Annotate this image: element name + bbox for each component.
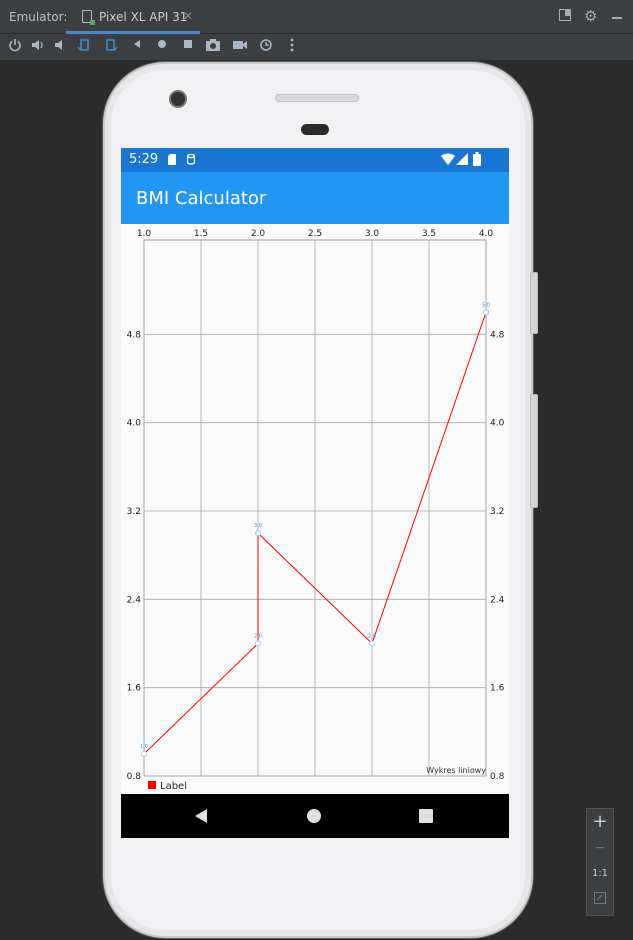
data-label: 5.0 — [482, 302, 490, 308]
y-tick-label-right: 2.4 — [490, 595, 505, 605]
battery-icon — [473, 152, 481, 166]
x-tick-label: 1.0 — [137, 229, 152, 239]
zoom-out-button[interactable]: − — [587, 835, 613, 861]
database-icon — [187, 154, 195, 165]
volume-up-icon[interactable] — [30, 38, 46, 54]
x-tick-label: 2.0 — [251, 229, 266, 239]
x-tick-label: 1.5 — [194, 229, 208, 239]
back-icon[interactable] — [129, 38, 145, 54]
data-label: 3.0 — [254, 523, 262, 529]
home-icon[interactable] — [154, 38, 170, 54]
navigation-bar — [121, 794, 509, 838]
actual-size-button[interactable]: 1:1 — [587, 861, 613, 887]
emulator-label: Emulator: — [9, 10, 68, 24]
tab-close-button[interactable]: ✕ — [183, 9, 193, 23]
x-tick-label: 2.5 — [308, 229, 322, 239]
data-point — [369, 640, 375, 647]
x-tick-label: 4.0 — [479, 229, 494, 239]
nav-back-icon[interactable] — [194, 808, 208, 824]
data-label: 1.0 — [140, 744, 148, 750]
tab-title: Pixel XL API 31 — [99, 10, 188, 24]
data-point — [255, 530, 261, 537]
rotate-right-icon[interactable] — [103, 38, 119, 54]
legend-swatch — [148, 781, 156, 789]
screenshot-icon[interactable] — [205, 38, 221, 54]
app-title: BMI Calculator — [136, 188, 267, 209]
zoom-in-button[interactable]: + — [587, 809, 613, 835]
volume-down-icon[interactable] — [52, 38, 68, 54]
window-mode-icon[interactable] — [559, 9, 571, 25]
y-tick-label-left: 1.6 — [127, 684, 142, 694]
emulator-titlebar: Emulator: Pixel XL API 31 ✕ ⚙ — [0, 0, 633, 34]
data-point — [483, 309, 489, 316]
snapshot-icon[interactable] — [258, 38, 274, 54]
y-tick-label-right: 0.8 — [490, 772, 505, 782]
record-icon[interactable] — [232, 38, 248, 54]
settings-gear-icon[interactable]: ⚙ — [584, 7, 597, 25]
side-volume-button[interactable] — [530, 394, 538, 508]
chart-canvas: 1.0 1.5 2.0 2.5 3.0 3.5 4.0 0.8 0.8 1.6 1.6 2.4 2.4 3… — [127, 229, 505, 792]
sd-card-icon — [168, 154, 176, 165]
chart-description: Wykres liniowy — [426, 766, 486, 775]
device-screen[interactable]: 5:29 BMI Calculator 1.0 1.5 2.0 2.5 3.0 3.5 4.… — [121, 148, 509, 838]
y-tick-label-right: 4.8 — [490, 330, 505, 340]
line-chart[interactable]: 1.0 1.5 2.0 2.5 3.0 3.5 4.0 0.8 0.8 1.6 1.6 2.4 2.4 3… — [121, 224, 509, 794]
more-icon[interactable] — [284, 38, 300, 54]
device-icon — [82, 10, 95, 25]
y-tick-label-right: 3.2 — [490, 507, 504, 517]
earpiece-speaker — [275, 94, 359, 102]
data-point — [141, 750, 147, 757]
front-camera-icon — [169, 90, 187, 108]
y-tick-label-left: 4.0 — [127, 419, 142, 429]
y-tick-label-right: 4.0 — [490, 419, 505, 429]
proximity-sensor — [301, 124, 329, 135]
y-tick-label-left: 2.4 — [127, 595, 142, 605]
data-point — [255, 640, 261, 647]
tab-pixel-xl[interactable]: Pixel XL API 31 — [66, 0, 200, 34]
x-tick-label: 3.5 — [422, 229, 436, 239]
nav-overview-icon[interactable] — [419, 809, 433, 823]
side-power-button[interactable] — [530, 272, 538, 334]
data-label: 2.0 — [254, 634, 262, 640]
status-bar: 5:29 — [121, 148, 509, 172]
y-tick-label-left: 4.8 — [127, 330, 142, 340]
fit-screen-button[interactable] — [587, 887, 613, 913]
cell-signal-icon — [456, 153, 468, 165]
minimize-icon[interactable] — [612, 8, 622, 24]
app-bar: BMI Calculator — [121, 172, 509, 224]
fit-screen-icon — [594, 892, 606, 904]
overview-icon[interactable] — [180, 38, 196, 54]
rotate-left-icon[interactable] — [76, 38, 92, 54]
nav-home-icon[interactable] — [307, 809, 321, 823]
device-frame: 5:29 BMI Calculator 1.0 1.5 2.0 2.5 3.0 3.5 4.… — [103, 62, 538, 938]
zoom-controls: + − 1:1 — [586, 808, 614, 916]
wifi-icon — [441, 153, 455, 165]
y-tick-label-left: 0.8 — [127, 772, 142, 782]
legend-label: Label — [160, 781, 187, 792]
data-label: 2.0 — [368, 634, 376, 640]
y-tick-label-left: 3.2 — [127, 507, 141, 517]
emulator-toolbar — [0, 34, 633, 61]
x-tick-label: 3.0 — [365, 229, 380, 239]
y-tick-label-right: 1.6 — [490, 684, 505, 694]
power-icon[interactable] — [7, 38, 23, 54]
status-time: 5:29 — [129, 152, 159, 167]
